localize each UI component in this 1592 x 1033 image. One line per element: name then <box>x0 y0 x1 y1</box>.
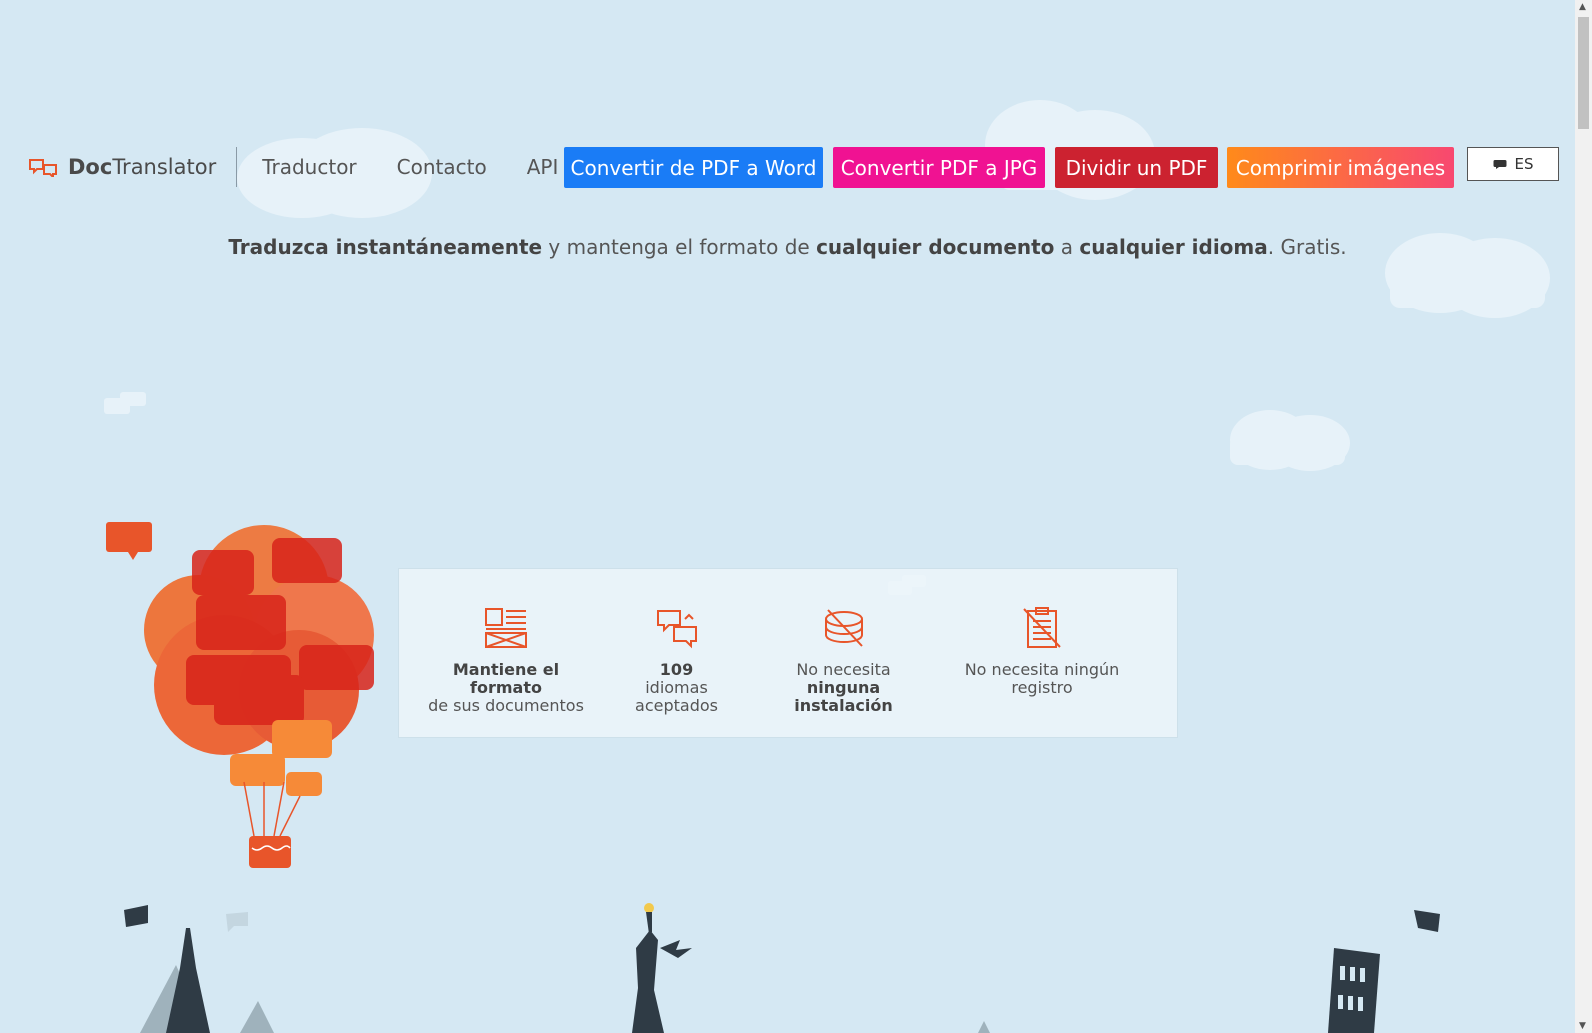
scroll-up-arrow-icon[interactable]: ▲ <box>1579 2 1586 12</box>
balloon-illustration <box>106 522 374 868</box>
language-selector[interactable]: ES <box>1467 147 1559 181</box>
feature-no-registration-line1: No necesita ningún registro <box>964 660 1120 697</box>
brand-name: DocTranslator <box>68 155 217 179</box>
site-header: DocTranslator Traductor Contacto API <box>28 147 578 187</box>
tagline: Traduzca instantáneamente y mantenga el … <box>228 235 1347 259</box>
speech-bubble-icon <box>1493 160 1506 169</box>
feature-languages-count: 109 <box>659 660 694 679</box>
scroll-thumb[interactable] <box>1578 17 1589 129</box>
feature-languages-label: idiomas aceptados <box>635 678 718 715</box>
split-pdf-button[interactable]: Dividir un PDF <box>1055 147 1218 188</box>
feature-no-registration: No necesita ningún registro <box>937 607 1147 697</box>
document-layout-icon <box>485 608 527 648</box>
nav-translator[interactable]: Traductor <box>262 155 356 179</box>
feature-no-install-line1: No necesita <box>796 660 891 679</box>
cloud-decoration <box>1230 410 1350 471</box>
translate-bubbles-icon <box>656 610 697 649</box>
feature-formatting-line2: de sus documentos <box>428 696 584 715</box>
brand-logo[interactable]: DocTranslator <box>28 147 238 187</box>
scrollbar[interactable]: ▲ ▼ <box>1575 0 1592 1033</box>
translate-icon <box>29 159 57 177</box>
landmarks-illustration <box>124 903 1440 1033</box>
no-install-icon <box>824 609 863 647</box>
feature-languages: 109 idiomas aceptados <box>604 607 749 715</box>
feature-formatting-line1: Mantiene el formato <box>452 660 560 697</box>
no-registration-icon <box>1023 607 1061 648</box>
features-panel: Mantiene el formato de sus documentos 10… <box>398 568 1178 738</box>
compress-images-button[interactable]: Comprimir imágenes <box>1227 147 1454 188</box>
language-code: ES <box>1514 155 1534 173</box>
scroll-down-arrow-icon[interactable]: ▼ <box>1579 1021 1586 1031</box>
nav-contact[interactable]: Contacto <box>397 155 487 179</box>
feature-no-install-line2: ninguna instalación <box>794 678 893 715</box>
pdf-to-word-button[interactable]: Convertir de PDF a Word <box>564 147 823 188</box>
feature-formatting: Mantiene el formato de sus documentos <box>421 607 591 715</box>
nav-api[interactable]: API <box>527 155 559 179</box>
cloud-decoration <box>888 575 926 595</box>
feature-no-install: No necesita ninguna instalación <box>761 607 926 715</box>
pdf-to-jpg-button[interactable]: Convertir PDF a JPG <box>833 147 1045 188</box>
cloud-decoration <box>104 392 146 414</box>
